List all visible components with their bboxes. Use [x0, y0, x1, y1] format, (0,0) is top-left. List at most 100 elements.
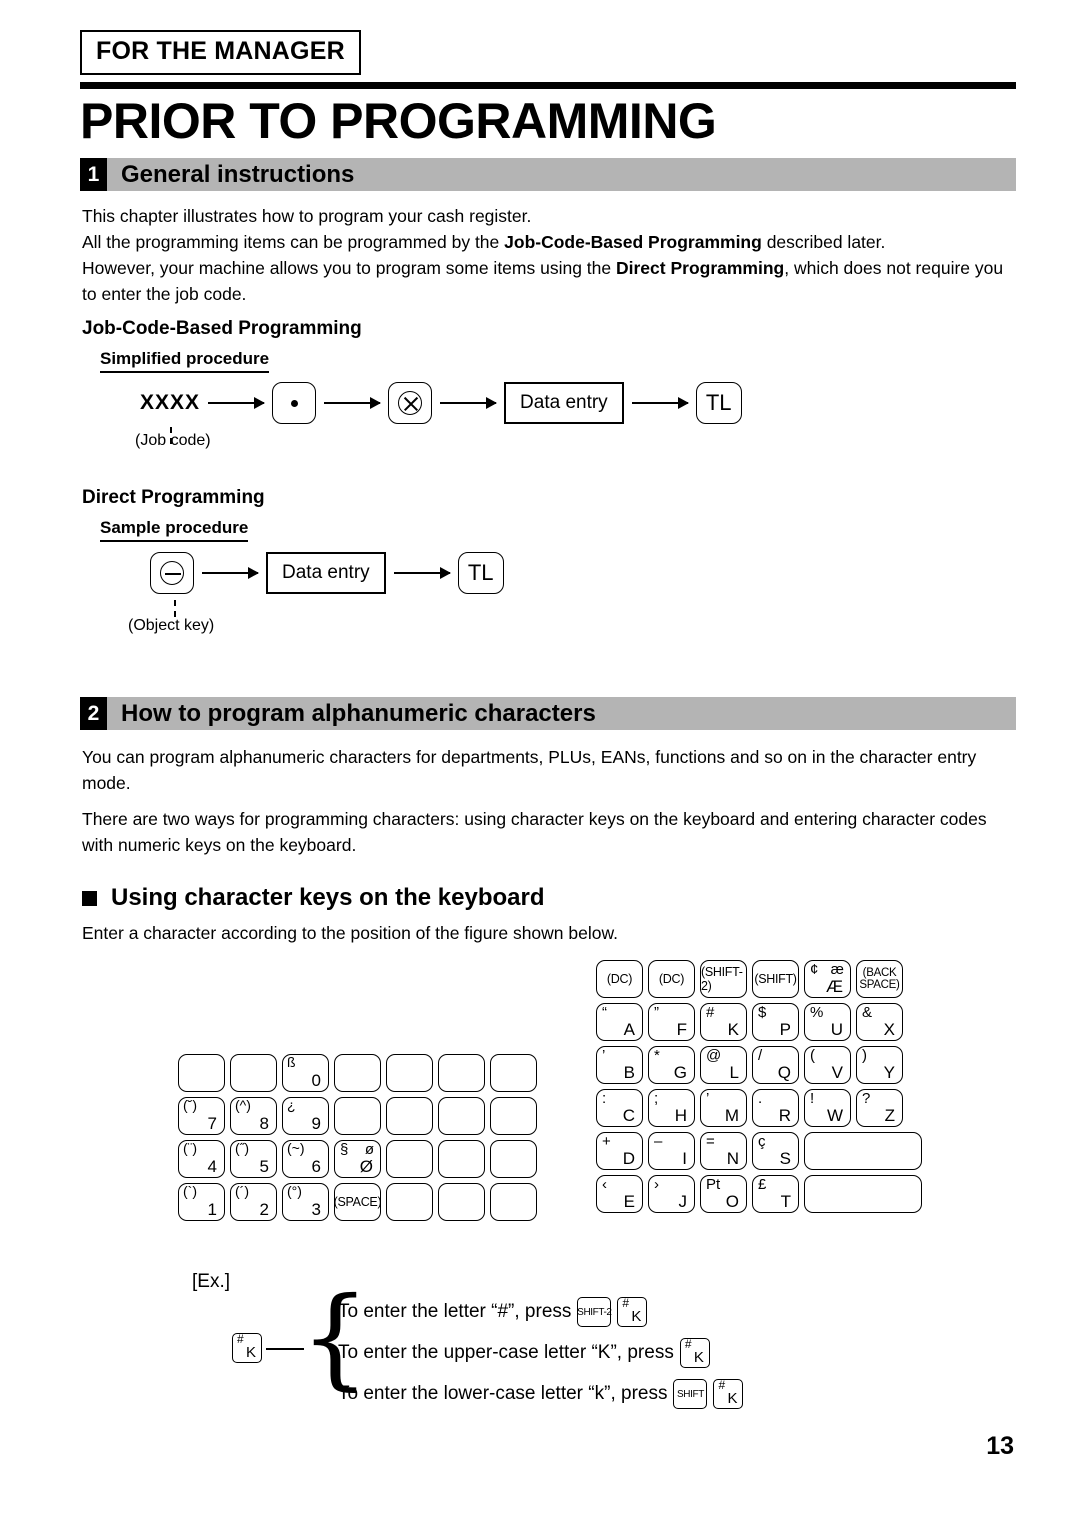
key-V[interactable]: (V	[804, 1046, 851, 1084]
key-5[interactable]: (˝) 5	[230, 1140, 277, 1178]
key-S[interactable]: çS	[752, 1132, 799, 1170]
key-8[interactable]: (^) 8	[230, 1097, 277, 1135]
key-R[interactable]: .R	[752, 1089, 799, 1127]
key-3[interactable]: (°) 3	[282, 1183, 329, 1221]
job-code-note: (Job code)	[135, 432, 211, 449]
key-T[interactable]: £ T	[752, 1175, 799, 1213]
example-instruction-row: To enter the letter “#”, press SHIFT-2 # K	[338, 1296, 648, 1327]
key-shift-label: %	[810, 1004, 824, 1021]
job-code-placeholder: XXXX	[140, 391, 201, 414]
key-M[interactable]: ’ M	[700, 1089, 747, 1127]
key-B[interactable]: ’ B	[596, 1046, 643, 1084]
key-blank	[178, 1054, 225, 1092]
example-key-K[interactable]: # K	[713, 1378, 744, 1409]
key-blank	[438, 1140, 485, 1178]
key-blank	[334, 1054, 381, 1092]
key-shift-label: +	[602, 1133, 611, 1150]
key-blank	[386, 1054, 433, 1092]
key-shift-label: !	[810, 1090, 815, 1107]
example-key-K[interactable]: # K	[617, 1296, 648, 1327]
key-main-label: Ø	[359, 1157, 373, 1176]
key-Q[interactable]: / Q	[752, 1046, 799, 1084]
key-main-label: P	[779, 1020, 791, 1039]
key-wide-blank[interactable]	[804, 1175, 923, 1213]
key-shift-2[interactable]: (SHIFT-2)	[700, 960, 747, 998]
key-shift-label: #	[237, 1332, 244, 1346]
key-label: (DC)	[658, 972, 685, 986]
key-P[interactable]: $ P	[752, 1003, 799, 1041]
key-Ø[interactable]: § ø Ø	[334, 1140, 381, 1178]
key-space[interactable]: (SPACE)	[334, 1183, 382, 1221]
key-O[interactable]: Pt O	[700, 1175, 747, 1213]
key-label: (SHIFT-2)	[701, 965, 743, 993]
key-accent-label: (˝)	[235, 1140, 249, 1156]
key-Æ[interactable]: ¢ æ Æ	[804, 960, 851, 998]
key-I[interactable]: – I	[648, 1132, 695, 1170]
key-label: SHIFT-2	[577, 1306, 612, 1318]
key-wide-blank[interactable]	[804, 1132, 923, 1170]
key-main-label: V	[831, 1063, 843, 1082]
dot-icon	[290, 399, 298, 407]
key-X[interactable]: & X	[856, 1003, 903, 1041]
key-N[interactable]: = N	[700, 1132, 747, 1170]
key-back-space[interactable]: (BACK SPACE)	[856, 960, 903, 998]
key-dc[interactable]: (DC)	[648, 960, 695, 998]
key-main-label: C	[622, 1106, 635, 1125]
key-J[interactable]: › J	[648, 1175, 695, 1213]
key-0[interactable]: ß0	[282, 1054, 329, 1092]
key-main-label: J	[678, 1192, 688, 1211]
key-G[interactable]: * G	[648, 1046, 695, 1084]
key-A[interactable]: “A	[596, 1003, 643, 1041]
key-K[interactable]: # K	[700, 1003, 747, 1041]
flow-arrow	[202, 567, 259, 579]
key-9[interactable]: ¿ 9	[282, 1097, 329, 1135]
intro-line-1: This chapter illustrates how to program …	[82, 206, 532, 226]
key-shift-label: /	[758, 1047, 763, 1064]
key-accent-label: (˘)	[183, 1097, 197, 1113]
example-key-K[interactable]: # K	[679, 1337, 710, 1368]
example-key-shift[interactable]: SHIFT	[673, 1379, 708, 1409]
key-dc[interactable]: (DC)	[596, 960, 643, 998]
key-shift-label: @	[706, 1047, 722, 1064]
flow-arrow	[440, 397, 498, 409]
key-shift-label: ’	[706, 1090, 710, 1107]
data-entry-box: Data entry	[504, 382, 624, 424]
key-2[interactable]: (´) 2	[230, 1183, 277, 1221]
key-1[interactable]: (`) 1	[178, 1183, 225, 1221]
heading-sample-procedure: Sample procedure	[100, 518, 249, 542]
heading-using-character-keys: Using character keys on the keyboard	[82, 884, 545, 912]
key-H[interactable]: ; H	[648, 1089, 695, 1127]
key-main-label: K	[245, 1344, 256, 1361]
key-C[interactable]: :C	[596, 1089, 643, 1127]
key-shift-label: $	[758, 1004, 767, 1021]
key-label: SHIFT	[677, 1388, 704, 1400]
key-main-label: Y	[883, 1063, 895, 1082]
key-W[interactable]: ! W	[804, 1089, 851, 1127]
example-source-key[interactable]: # K	[232, 1332, 262, 1363]
key-shift[interactable]: (SHIFT)	[752, 960, 799, 998]
key-main-label: S	[779, 1149, 791, 1168]
key-7[interactable]: (˘) 7	[178, 1097, 225, 1135]
key-blank	[490, 1054, 537, 1092]
example-key-shift-2[interactable]: SHIFT-2	[577, 1297, 612, 1327]
key-D[interactable]: + D	[596, 1132, 643, 1170]
example-instruction-text: To enter the lower-case letter “k”, pres…	[338, 1383, 668, 1404]
key-alt-label: ø	[364, 1141, 374, 1158]
key-main-label: A	[623, 1020, 635, 1039]
intro-line-3b: Direct Programming	[616, 258, 785, 278]
key-accent-label: (¨)	[183, 1140, 197, 1156]
key-Y[interactable]: ) Y	[856, 1046, 903, 1084]
key-shift-label: )	[862, 1047, 867, 1064]
key-U[interactable]: % U	[804, 1003, 851, 1041]
key-shift-label: ;	[654, 1090, 659, 1107]
intro-line-2c: described later.	[761, 232, 886, 252]
key-label: (BACK SPACE)	[859, 967, 900, 991]
key-accent-label: (`)	[183, 1183, 197, 1199]
key-Z[interactable]: ? Z	[856, 1089, 903, 1127]
key-6[interactable]: (~) 6	[282, 1140, 329, 1178]
key-shift-label: Pt	[706, 1176, 721, 1193]
key-E[interactable]: ‹ E	[596, 1175, 643, 1213]
key-4[interactable]: (¨) 4	[178, 1140, 225, 1178]
key-F[interactable]: ” F	[648, 1003, 695, 1041]
key-L[interactable]: @ L	[700, 1046, 747, 1084]
